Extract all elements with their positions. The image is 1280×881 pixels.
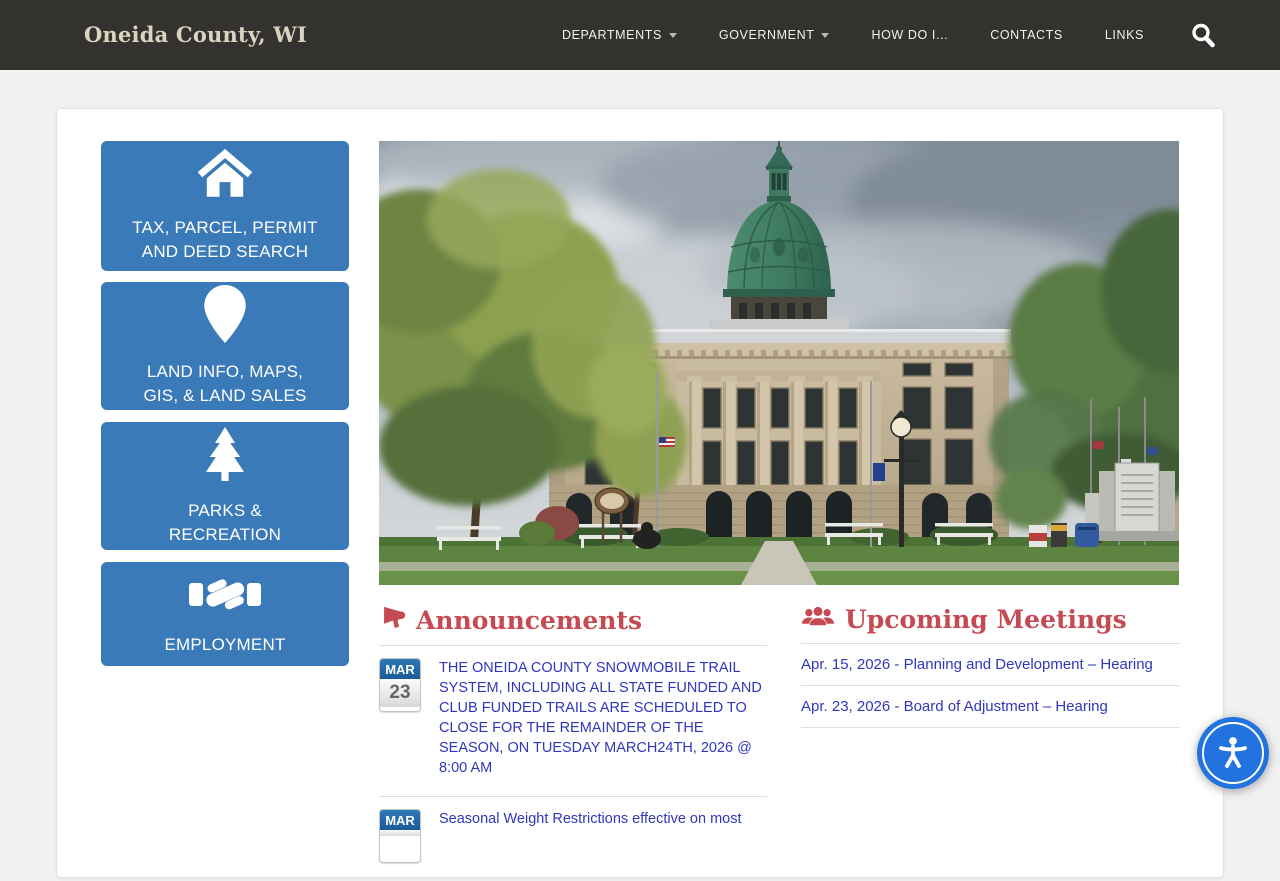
announcements-header: Announcements [379,604,767,636]
announcements-title: Announcements [416,606,642,635]
content-card: TAX, PARCEL, PERMIT AND DEED SEARCH LAND… [56,108,1224,878]
calendar-date-badge: MAR [379,809,421,863]
accessibility-button[interactable] [1197,717,1269,789]
quick-link-employment[interactable]: EMPLOYMENT [101,562,349,666]
search-icon[interactable] [1186,18,1220,52]
calendar-month: MAR [380,659,420,679]
home-icon [197,149,253,204]
meeting-link[interactable]: Apr. 23, 2026 - Board of Adjustment – He… [801,686,1179,728]
nav-item-how-do-i[interactable]: HOW DO I... [871,28,948,42]
calendar-date-badge: MAR 23 [379,658,421,712]
chevron-down-icon [669,33,677,38]
calendar-month: MAR [380,810,420,830]
map-marker-icon [204,285,246,348]
main-nav: DEPARTMENTS GOVERNMENT HOW DO I... CONTA… [562,0,1220,70]
nav-item-government[interactable]: GOVERNMENT [719,28,830,42]
quick-link-label: LAND INFO, MAPS, GIS, & LAND SALES [130,360,320,408]
chevron-down-icon [821,33,829,38]
site-title: Oneida County, WI [84,22,307,47]
announcements-section: Announcements MAR 23 THE ONEIDA COUNTY S… [379,604,767,881]
nav-item-contacts[interactable]: CONTACTS [990,28,1063,42]
calendar-day [380,830,420,836]
tree-icon [201,426,249,487]
site-header: Oneida County, WI DEPARTMENTS GOVERNMENT… [0,0,1280,70]
meeting-link[interactable]: Apr. 15, 2026 - Planning and Development… [801,644,1179,686]
quick-link-label: TAX, PARCEL, PERMIT AND DEED SEARCH [123,216,328,264]
nav-label: HOW DO I... [871,28,948,42]
calendar-day: 23 [380,679,420,707]
meetings-header: Upcoming Meetings [801,604,1179,634]
quick-link-tax-parcel-search[interactable]: TAX, PARCEL, PERMIT AND DEED SEARCH [101,141,349,271]
handshake-icon [188,572,262,621]
nav-item-links[interactable]: LINKS [1105,28,1144,42]
quick-link-land-info-maps[interactable]: LAND INFO, MAPS, GIS, & LAND SALES [101,282,349,410]
hero-image [379,141,1179,585]
meetings-title: Upcoming Meetings [845,605,1127,634]
users-icon [801,604,835,634]
upcoming-meetings-section: Upcoming Meetings Apr. 15, 2026 - Planni… [801,604,1179,728]
quick-link-parks-recreation[interactable]: PARKS & RECREATION [101,422,349,550]
nav-label: DEPARTMENTS [562,28,662,42]
announcement-item: MAR Seasonal Weight Restrictions effecti… [379,796,767,881]
announcement-link[interactable]: Seasonal Weight Restrictions effective o… [439,809,742,863]
quick-links-sidebar: TAX, PARCEL, PERMIT AND DEED SEARCH LAND… [101,141,349,666]
nav-item-departments[interactable]: DEPARTMENTS [562,28,677,42]
announcement-link[interactable]: THE ONEIDA COUNTY SNOWMOBILE TRAIL SYSTE… [439,658,767,778]
announcement-item: MAR 23 THE ONEIDA COUNTY SNOWMOBILE TRAI… [379,646,767,796]
nav-label: GOVERNMENT [719,28,815,42]
accessibility-icon [1213,733,1253,773]
nav-label: LINKS [1105,28,1144,42]
quick-link-label: EMPLOYMENT [164,633,285,657]
megaphone-icon [379,604,406,636]
nav-label: CONTACTS [990,28,1063,42]
quick-link-label: PARKS & RECREATION [158,499,293,547]
